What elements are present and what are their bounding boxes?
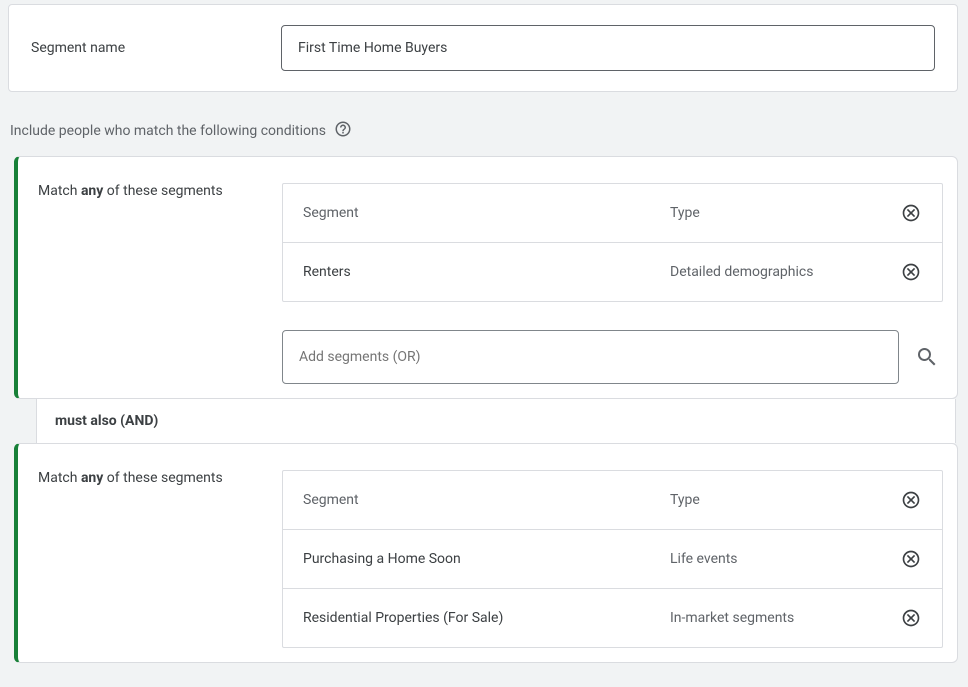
segment-name-card: Segment name xyxy=(8,4,958,92)
add-segments-row xyxy=(282,330,943,384)
match-label: Match any of these segments xyxy=(32,470,262,648)
match-prefix: Match xyxy=(38,470,81,486)
segment-name-cell: Renters xyxy=(303,264,670,280)
and-connector: must also (AND) xyxy=(36,399,956,443)
remove-block-button[interactable] xyxy=(900,489,922,511)
search-icon[interactable] xyxy=(915,345,939,369)
segments-area: Segment Type Renters Detailed demographi… xyxy=(282,183,943,384)
table-header-row: Segment Type xyxy=(283,471,942,530)
remove-segment-button[interactable] xyxy=(900,548,922,570)
match-bold: any xyxy=(81,470,103,486)
segment-name-cell: Residential Properties (For Sale) xyxy=(303,610,670,626)
header-segment: Segment xyxy=(303,492,670,508)
match-prefix: Match xyxy=(38,183,81,199)
segment-type-cell: In-market segments xyxy=(670,610,900,626)
segments-table: Segment Type Purchasing a Home Soon Life… xyxy=(282,470,943,648)
segment-name-cell: Purchasing a Home Soon xyxy=(303,551,670,567)
table-row: Residential Properties (For Sale) In-mar… xyxy=(283,589,942,647)
header-type: Type xyxy=(670,492,900,508)
conditions-header: Include people who match the following c… xyxy=(10,120,958,142)
match-suffix: of these segments xyxy=(103,183,222,199)
condition-block-1: Match any of these segments Segment Type… xyxy=(14,156,958,399)
add-segments-input[interactable] xyxy=(282,330,899,384)
condition-block-2: Match any of these segments Segment Type… xyxy=(14,443,958,663)
remove-segment-button[interactable] xyxy=(900,261,922,283)
table-row: Purchasing a Home Soon Life events xyxy=(283,530,942,589)
match-bold: any xyxy=(81,183,103,199)
header-type: Type xyxy=(670,205,900,221)
match-label: Match any of these segments xyxy=(32,183,262,384)
segment-name-input[interactable] xyxy=(281,25,935,71)
table-row: Renters Detailed demographics xyxy=(283,243,942,301)
help-icon[interactable] xyxy=(334,120,352,142)
segment-name-label: Segment name xyxy=(31,40,261,56)
segments-table: Segment Type Renters Detailed demographi… xyxy=(282,183,943,302)
segments-area: Segment Type Purchasing a Home Soon Life… xyxy=(282,470,943,648)
segment-type-cell: Detailed demographics xyxy=(670,264,900,280)
table-header-row: Segment Type xyxy=(283,184,942,243)
conditions-header-text: Include people who match the following c… xyxy=(10,123,326,139)
match-suffix: of these segments xyxy=(103,470,222,486)
header-segment: Segment xyxy=(303,205,670,221)
remove-segment-button[interactable] xyxy=(900,607,922,629)
segment-type-cell: Life events xyxy=(670,551,900,567)
remove-block-button[interactable] xyxy=(900,202,922,224)
